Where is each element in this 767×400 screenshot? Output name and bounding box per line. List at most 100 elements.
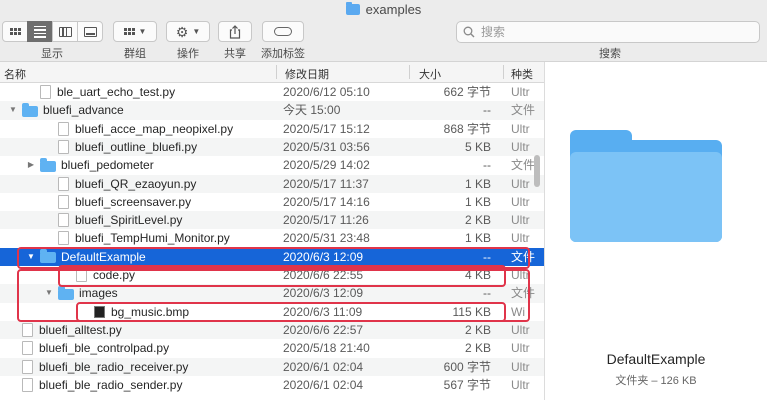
folder-row[interactable]: ▼ images 2020/6/3 12:09 -- 文件	[0, 284, 545, 303]
row-date-cell: 2020/5/17 11:37	[283, 176, 369, 191]
search-label: 搜索	[599, 48, 621, 60]
view-mode-segment	[2, 21, 103, 42]
disclosure-expanded-icon[interactable]: ▼	[26, 248, 36, 266]
column-divider[interactable]	[503, 65, 504, 79]
folder-icon	[58, 285, 74, 300]
search-field[interactable]	[456, 21, 760, 43]
row-date-cell: 2020/5/31 23:48	[283, 231, 370, 246]
row-size-cell: 1 KB	[464, 194, 491, 209]
row-name-cell: bluefi_QR_ezaoyun.py	[44, 175, 196, 193]
row-name-label: ble_uart_echo_test.py	[57, 85, 176, 99]
row-name-cell: bluefi_alltest.py	[8, 321, 122, 339]
file-row[interactable]: bluefi_ble_controlpad.py 2020/5/18 21:40 2…	[0, 339, 545, 357]
file-row[interactable]: bluefi_screensaver.py 2020/5/17 14:16 1 KB…	[0, 193, 545, 211]
row-name-label: bluefi_pedometer	[61, 158, 154, 173]
group-button[interactable]: ▼	[113, 21, 157, 42]
folder-icon	[40, 157, 56, 172]
row-date-cell: 2020/6/1 02:04	[283, 359, 364, 374]
scrollbar-thumb[interactable]	[534, 155, 540, 187]
column-header-size[interactable]: 大小	[419, 66, 441, 82]
row-name-cell: bluefi_ble_radio_receiver.py	[8, 358, 188, 376]
row-kind-cell: Ultr	[511, 322, 530, 337]
preview-pane: DefaultExample 文件夹 – 126 KB	[545, 62, 767, 400]
gear-icon: ⚙	[175, 23, 189, 40]
row-name-cell: bluefi_outline_bluefi.py	[44, 138, 197, 156]
row-name-cell: bluefi_ble_radio_sender.py	[8, 376, 182, 394]
column-divider[interactable]	[409, 65, 410, 79]
list-view-button[interactable]	[27, 21, 53, 42]
row-size-cell: 600 字节	[443, 359, 491, 374]
document-icon	[76, 268, 87, 282]
disclosure-collapsed-icon[interactable]: ▶	[26, 156, 36, 174]
document-icon	[58, 213, 69, 228]
row-name-label: bluefi_QR_ezaoyun.py	[75, 176, 197, 191]
row-kind-cell: Ultr	[511, 139, 530, 154]
disclosure-expanded-icon[interactable]: ▼	[44, 284, 54, 302]
file-row[interactable]: bluefi_acce_map_neopixel.py 2020/5/17 15:…	[0, 120, 545, 138]
row-kind-cell: Ultr	[511, 85, 530, 99]
toolbar: examples 显示 ▼ 群组 ⚙ ▼ 操作 共享 添加标签 搜索 搜索	[0, 0, 767, 62]
file-row[interactable]: bluefi_outline_bluefi.py 2020/5/31 03:56 5…	[0, 137, 545, 157]
file-row[interactable]: bluefi_ble_radio_sender.py 2020/6/1 02:04…	[0, 376, 545, 394]
file-list: ble_uart_echo_test.py 2020/6/12 05:10 662 …	[0, 83, 545, 400]
row-name-cell: code.py	[62, 266, 135, 284]
row-name-label: bluefi_outline_bluefi.py	[75, 139, 198, 154]
gallery-view-button[interactable]	[77, 21, 103, 42]
row-size-cell: 4 KB	[464, 268, 491, 282]
row-size-cell: 662 字节	[443, 85, 491, 99]
row-date-cell: 2020/6/3 12:09	[283, 249, 364, 264]
add-tag-button[interactable]	[262, 21, 304, 42]
row-name-cell: ▼ bluefi_advance	[8, 101, 124, 119]
share-button[interactable]	[218, 21, 252, 42]
column-view-button[interactable]	[52, 21, 78, 42]
row-size-cell: 2 KB	[464, 213, 491, 228]
row-date-cell: 2020/5/17 15:12	[283, 121, 370, 136]
search-input[interactable]	[481, 25, 741, 39]
disclosure-expanded-icon[interactable]: ▼	[8, 101, 18, 119]
action-button[interactable]: ⚙ ▼	[166, 21, 210, 42]
row-size-cell: --	[483, 286, 491, 301]
file-row[interactable]: bg_music.bmp 2020/6/3 11:09 115 KB Wi	[0, 303, 545, 321]
row-kind-cell: Ultr	[511, 121, 530, 136]
folder-row[interactable]: ▼ DefaultExample 2020/6/3 12:09 -- 文件	[0, 247, 545, 266]
file-row[interactable]: bluefi_alltest.py 2020/6/6 22:57 2 KB Ultr	[0, 320, 545, 340]
column-header-date[interactable]: 修改日期	[285, 66, 329, 82]
file-row[interactable]: bluefi_ble_radio_receiver.py 2020/6/1 02:…	[0, 357, 545, 376]
file-row[interactable]: bluefi_QR_ezaoyun.py 2020/5/17 11:37 1 KB U…	[0, 174, 545, 193]
file-row[interactable]: ble_uart_echo_test.py 2020/6/12 05:10 662 …	[0, 83, 545, 101]
row-kind-cell: Ultr	[511, 359, 530, 374]
chevron-down-icon: ▼	[138, 27, 147, 36]
row-size-cell: 1 KB	[464, 176, 491, 191]
column-header-kind[interactable]: 种类	[511, 66, 533, 82]
folder-row[interactable]: ▼ bluefi_advance 今天 15:00 -- 文件	[0, 101, 545, 120]
row-name-label: bluefi_alltest.py	[39, 322, 122, 337]
window-title: examples	[0, 0, 767, 18]
icon-view-icon	[9, 28, 21, 35]
row-name-label: DefaultExample	[61, 249, 146, 264]
document-icon	[22, 359, 33, 374]
document-icon	[22, 322, 33, 337]
row-size-cell: 868 字节	[443, 121, 491, 136]
row-size-cell: 115 KB	[452, 304, 491, 319]
preview-name: DefaultExample	[606, 351, 706, 367]
row-name-label: bluefi_acce_map_neopixel.py	[75, 121, 234, 136]
folder-row[interactable]: ▶ bluefi_pedometer 2020/5/29 14:02 -- 文件	[0, 156, 545, 174]
row-kind-cell: Ultr	[511, 231, 530, 246]
column-divider[interactable]	[276, 65, 277, 79]
row-name-label: bluefi_advance	[43, 103, 124, 118]
row-name-cell: ▼ images	[44, 284, 118, 302]
column-header-name[interactable]: 名称	[4, 66, 26, 82]
file-row[interactable]: bluefi_TempHumi_Monitor.py 2020/5/31 23:4…	[0, 229, 545, 247]
share-icon	[229, 24, 241, 39]
row-name-label: code.py	[93, 268, 136, 282]
row-name-label: bluefi_SpiritLevel.py	[75, 213, 183, 228]
file-row[interactable]: bluefi_SpiritLevel.py 2020/5/17 11:26 2 KB…	[0, 211, 545, 230]
file-row[interactable]: code.py 2020/6/6 22:55 4 KB Ultr	[0, 266, 545, 284]
row-date-cell: 2020/5/18 21:40	[283, 341, 370, 356]
vertical-scrollbar[interactable]	[530, 83, 542, 400]
row-name-cell: ▼ DefaultExample	[26, 248, 146, 266]
row-size-cell: 1 KB	[464, 231, 491, 246]
icon-view-button[interactable]	[2, 21, 28, 42]
row-size-cell: 5 KB	[464, 139, 491, 154]
row-kind-cell: Ultr	[511, 176, 530, 191]
